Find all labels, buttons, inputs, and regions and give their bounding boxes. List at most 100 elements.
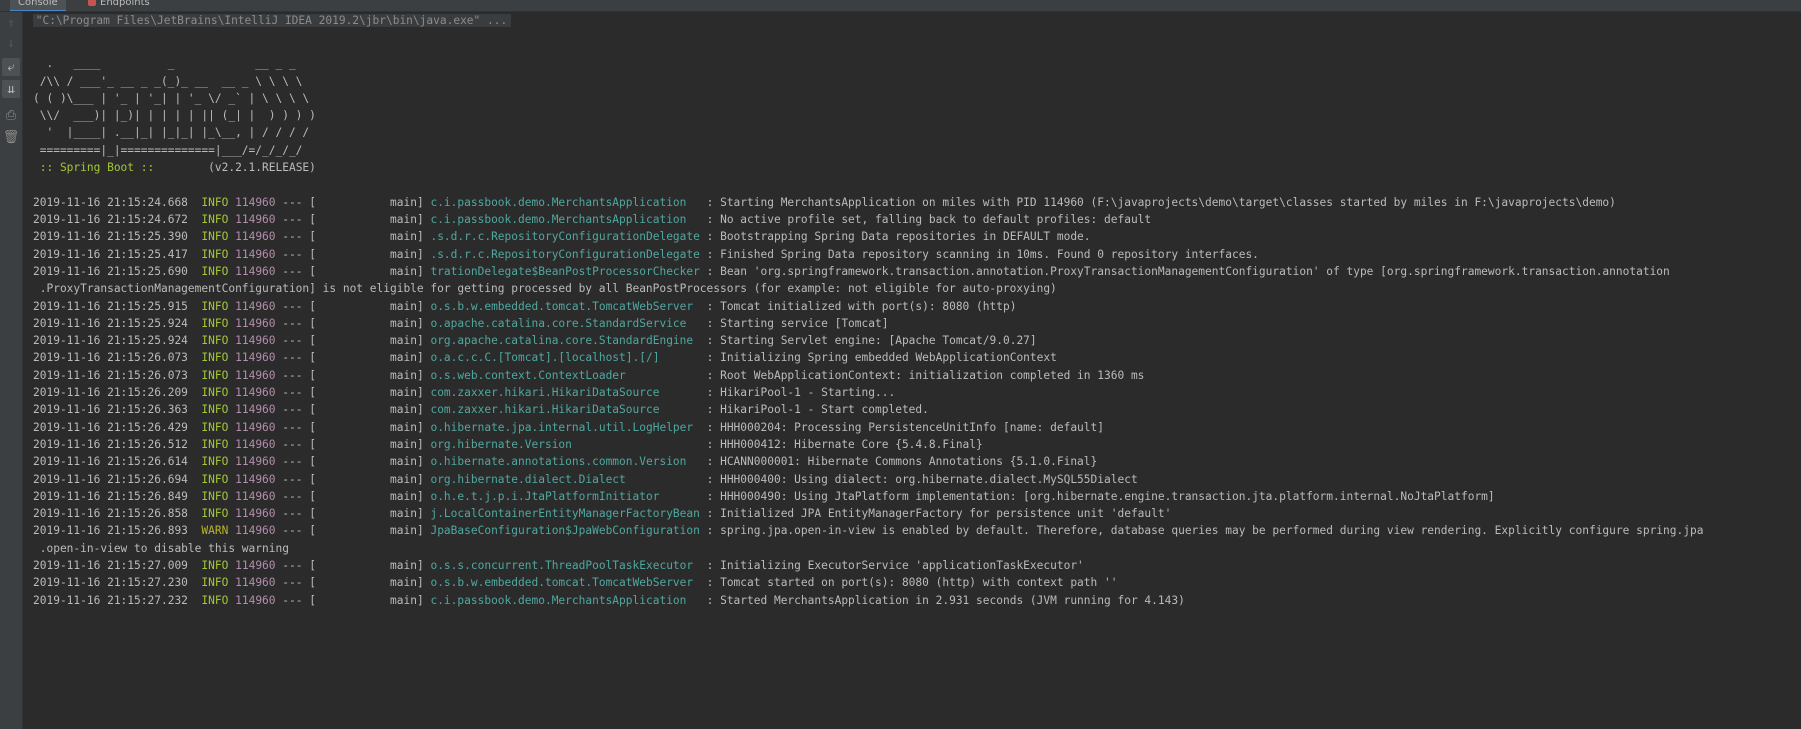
log-pid: 114960 (235, 437, 276, 451)
tab-console-label: Console (18, 0, 58, 8)
print-button[interactable]: ⎙ (2, 106, 20, 124)
log-thread: --- [ main] (275, 264, 431, 278)
log-logger: c.i.passbook.demo.MerchantsApplication (430, 213, 700, 226)
log-timestamp: 2019-11-16 21:15:26.614 (33, 455, 188, 469)
log-message: : Tomcat started on port(s): 8080 (http)… (699, 576, 1118, 590)
banner-text: \\/ ___)| |_)| | | | | || (_| | ) ) ) ) (33, 109, 316, 123)
spring-banner-line: /\\ / ___'_ __ _ _(_)_ __ __ _ \ \ \ \ (33, 73, 303, 91)
log-logger: o.h.e.t.j.p.i.JtaPlatformInitiator (430, 489, 700, 503)
log-timestamp: 2019-11-16 21:15:24.668 (33, 195, 188, 209)
clear-all-button[interactable]: 🗑 (2, 128, 20, 146)
log-pid: 114960 (235, 489, 276, 503)
tab-endpoints-label: Endpoints (100, 0, 150, 8)
log-timestamp: 2019-11-16 21:15:25.915 (33, 299, 188, 313)
log-timestamp: 2019-11-16 21:15:25.690 (33, 264, 188, 278)
log-message: : HikariPool-1 - Starting... (699, 386, 896, 399)
log-level: INFO (201, 351, 229, 365)
log-message: : spring.jpa.open-in-view is enabled by … (699, 524, 1704, 538)
banner-text: ( ( )\___ | '_ | '_| | '_ \/ _` | \ \ \ … (33, 91, 310, 105)
log-timestamp: 2019-11-16 21:15:27.009 (33, 559, 188, 572)
log-message: : No active profile set, falling back to… (699, 213, 1152, 226)
log-line: 2019-11-16 21:15:25.924 INFO 114960 --- … (33, 332, 1037, 350)
log-timestamp: 2019-11-16 21:15:24.672 (33, 213, 188, 226)
log-logger: .s.d.r.c.RepositoryConfigurationDelegate (430, 230, 700, 244)
log-level: INFO (201, 230, 229, 244)
log-logger: j.LocalContainerEntityManagerFactoryBean (430, 507, 700, 521)
log-line: 2019-11-16 21:15:26.429 INFO 114960 --- … (33, 419, 1104, 437)
log-timestamp: 2019-11-16 21:15:26.363 (33, 403, 188, 417)
clear-all-icon: 🗑 (2, 129, 20, 145)
log-thread: --- [ main] (275, 351, 431, 365)
soft-wrap-button[interactable]: ⤶ (2, 58, 20, 76)
log-pid: 114960 (235, 576, 276, 590)
log-thread: --- [ main] (275, 455, 431, 469)
log-pid: 114960 (235, 593, 276, 607)
log-pid: 114960 (235, 507, 276, 521)
tool-window-tabs: Console Endpoints (0, 0, 1801, 12)
log-timestamp: 2019-11-16 21:15:27.230 (33, 576, 188, 590)
log-level: INFO (201, 334, 229, 348)
log-timestamp: 2019-11-16 21:15:26.849 (33, 489, 188, 503)
log-timestamp: 2019-11-16 21:15:26.073 (33, 368, 188, 382)
log-level: INFO (201, 264, 229, 278)
log-level: INFO (201, 437, 229, 451)
log-message: : Starting MerchantsApplication on miles… (699, 195, 1616, 209)
log-thread: --- [ main] (275, 489, 431, 503)
log-logger: o.hibernate.jpa.internal.util.LogHelper (430, 420, 700, 434)
endpoints-icon (88, 0, 96, 6)
log-message: : HikariPool-1 - Start completed. (699, 403, 929, 417)
command-line: "C:\Program Files\JetBrains\IntelliJ IDE… (33, 12, 512, 30)
log-timestamp: 2019-11-16 21:15:26.512 (33, 437, 188, 451)
log-message: : HHH000204: Processing PersistenceUnitI… (699, 420, 1105, 434)
log-timestamp: 2019-11-16 21:15:25.924 (33, 316, 188, 330)
log-thread: --- [ main] (275, 524, 431, 538)
log-pid: 114960 (235, 420, 276, 434)
tab-endpoints[interactable]: Endpoints (80, 0, 158, 10)
log-thread: --- [ main] (275, 334, 431, 348)
log-message: : Initializing Spring embedded WebApplic… (699, 351, 1057, 365)
scroll-down-button[interactable]: ↓ (2, 34, 20, 52)
log-pid: 114960 (235, 230, 276, 244)
log-level: INFO (201, 489, 229, 503)
log-logger: o.apache.catalina.core.StandardService (430, 316, 700, 330)
log-timestamp: 2019-11-16 21:15:25.417 (33, 247, 188, 261)
log-message: : Bootstrapping Spring Data repositories… (699, 230, 1091, 244)
log-level: INFO (201, 507, 229, 521)
log-message: : Starting service [Tomcat] (699, 316, 889, 330)
log-pid: 114960 (235, 195, 276, 209)
spring-banner-line: =========|_|==============|___/=/_/_/_/ (33, 142, 303, 160)
log-message: : Started MerchantsApplication in 2.931 … (699, 593, 1185, 607)
log-message: : HHH000400: Using dialect: org.hibernat… (699, 472, 1138, 486)
log-logger: o.s.b.w.embedded.tomcat.TomcatWebServer (430, 299, 700, 313)
log-level: INFO (201, 403, 229, 417)
spring-banner-line: ' |____| .__|_| |_|_| |_\__, | / / / / (33, 124, 309, 142)
log-line: 2019-11-16 21:15:25.417 INFO 114960 --- … (33, 246, 1259, 264)
log-logger: o.a.c.c.C.[Tomcat].[localhost].[/] (430, 351, 700, 365)
spring-boot-tag: :: Spring Boot :: (33, 161, 161, 175)
log-thread: --- [ main] (275, 230, 431, 244)
log-pid: 114960 (235, 351, 276, 365)
log-line: 2019-11-16 21:15:27.009 INFO 114960 --- … (33, 557, 1084, 575)
spring-banner-line: \\/ ___)| |_)| | | | | || (_| | ) ) ) ) (33, 107, 316, 125)
log-message-continuation: .ProxyTransactionManagementConfiguration… (33, 282, 1057, 296)
log-pid: 114960 (235, 299, 276, 313)
console-output[interactable]: "C:\Program Files\JetBrains\IntelliJ IDE… (33, 12, 1793, 729)
scroll-up-button[interactable]: ↑ (2, 14, 20, 32)
log-line: 2019-11-16 21:15:26.209 INFO 114960 --- … (33, 384, 895, 402)
log-message: : Tomcat initialized with port(s): 8080 … (699, 299, 1017, 313)
log-message: : HHH000490: Using JtaPlatform implement… (699, 489, 1495, 503)
log-message: : HCANN000001: Hibernate Commons Annotat… (699, 455, 1098, 469)
log-line: 2019-11-16 21:15:26.694 INFO 114960 --- … (33, 471, 1138, 489)
tab-console[interactable]: Console (10, 0, 66, 11)
log-logger: trationDelegate$BeanPostProcessorChecker (430, 264, 700, 278)
log-logger: o.s.b.w.embedded.tomcat.TomcatWebServer (430, 576, 700, 590)
log-logger: c.i.passbook.demo.MerchantsApplication (430, 195, 700, 209)
log-thread: --- [ main] (275, 576, 431, 590)
log-logger: com.zaxxer.hikari.HikariDataSource (430, 403, 700, 417)
scroll-to-end-button[interactable]: ⇊ (2, 80, 20, 98)
log-line: 2019-11-16 21:15:26.073 INFO 114960 --- … (33, 349, 1057, 367)
log-timestamp: 2019-11-16 21:15:25.924 (33, 334, 188, 348)
log-thread: --- [ main] (275, 507, 431, 521)
log-line: 2019-11-16 21:15:26.893 WARN 114960 --- … (33, 522, 1703, 540)
spring-version-line: :: Spring Boot :: (v2.2.1.RELEASE) (33, 159, 316, 177)
